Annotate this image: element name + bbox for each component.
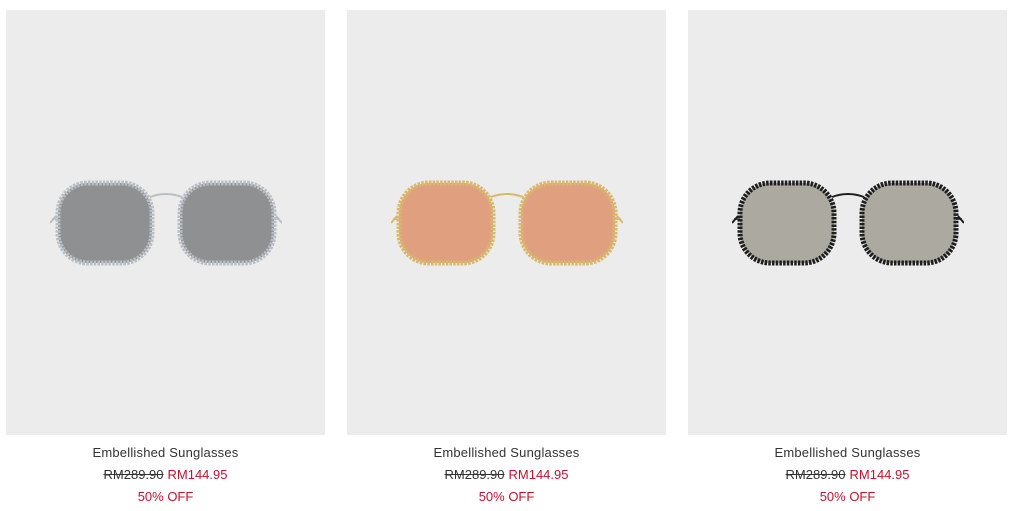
original-price: RM289.90 (785, 467, 846, 482)
price-row: RM289.90 RM144.95 (347, 467, 666, 483)
product-name[interactable]: Embellished Sunglasses (688, 445, 1007, 461)
sale-price: RM144.95 (167, 467, 228, 482)
sunglasses-silver-icon (49, 180, 282, 265)
price-row: RM289.90 RM144.95 (6, 467, 325, 483)
discount-label: 50% OFF (819, 489, 876, 504)
product-image[interactable] (6, 10, 325, 435)
product-card[interactable]: Embellished Sunglasses RM289.90 RM144.95 … (347, 10, 666, 510)
original-price: RM289.90 (444, 467, 505, 482)
original-price: RM289.90 (103, 467, 164, 482)
sunglasses-black-icon (731, 180, 964, 265)
sunglasses-gold-icon (390, 180, 623, 265)
price-row: RM289.90 RM144.95 (688, 467, 1007, 483)
discount-label: 50% OFF (478, 489, 535, 504)
sale-price: RM144.95 (849, 467, 910, 482)
product-image[interactable] (688, 10, 1007, 435)
product-image[interactable] (347, 10, 666, 435)
discount-label: 50% OFF (137, 489, 194, 504)
product-grid: Embellished Sunglasses RM289.90 RM144.95 … (0, 0, 1015, 511)
sale-price: RM144.95 (508, 467, 569, 482)
product-name[interactable]: Embellished Sunglasses (6, 445, 325, 461)
product-name[interactable]: Embellished Sunglasses (347, 445, 666, 461)
product-card[interactable]: Embellished Sunglasses RM289.90 RM144.95 … (688, 10, 1007, 510)
product-card[interactable]: Embellished Sunglasses RM289.90 RM144.95 … (6, 10, 325, 510)
